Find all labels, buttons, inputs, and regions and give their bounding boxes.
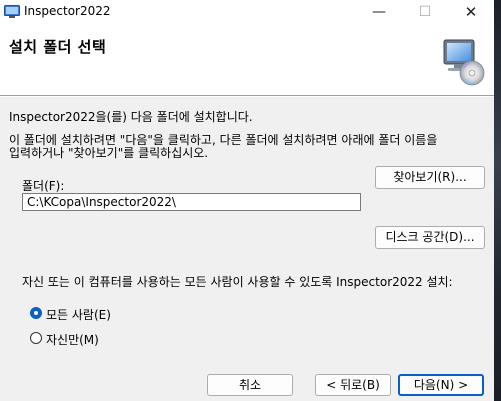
cancel-button[interactable]: 취소 xyxy=(207,374,293,396)
folder-label: 폴더(F): xyxy=(22,179,65,193)
installer-window: Inspector2022 — ☐ ✕ 설치 폴더 선택 Inspector20… xyxy=(0,0,495,401)
header-banner: 설치 폴더 선택 xyxy=(0,25,494,96)
folder-path-input[interactable]: C:\KCopa\Inspector2022\ xyxy=(22,193,361,211)
radio-selected-icon[interactable] xyxy=(30,307,42,319)
window-title: Inspector2022 xyxy=(24,4,111,18)
radio-unselected-icon[interactable] xyxy=(30,332,42,344)
intro-text: Inspector2022을(를) 다음 폴더에 설치합니다. xyxy=(9,110,253,124)
banner-divider xyxy=(0,96,494,97)
instructions-line-2: 입력하거나 "찾아보기"를 클릭하십시오. xyxy=(9,146,209,160)
disk-space-button[interactable]: 디스크 공간(D)... xyxy=(375,226,485,249)
back-button[interactable]: < 뒤로(B) xyxy=(315,374,391,396)
radio-everyone-label[interactable]: 모든 사람(E) xyxy=(46,306,111,323)
title-bar[interactable]: Inspector2022 — ☐ ✕ xyxy=(0,0,494,25)
page-title: 설치 폴더 선택 xyxy=(9,38,107,56)
minimize-button[interactable]: — xyxy=(356,0,402,25)
close-button[interactable]: ✕ xyxy=(448,0,494,25)
install-for-prompt: 자신 또는 이 컴퓨터를 사용하는 모든 사람이 사용할 수 있도록 Inspe… xyxy=(22,275,453,289)
desktop-background xyxy=(494,0,501,401)
radio-just-me-label[interactable]: 자신만(M) xyxy=(46,331,99,348)
browse-button[interactable]: 찾아보기(R)... xyxy=(375,166,485,189)
installer-app-icon xyxy=(4,5,20,18)
computer-disc-icon xyxy=(443,39,485,86)
next-button[interactable]: 다음(N) > xyxy=(398,374,484,396)
maximize-button[interactable]: ☐ xyxy=(402,0,448,25)
